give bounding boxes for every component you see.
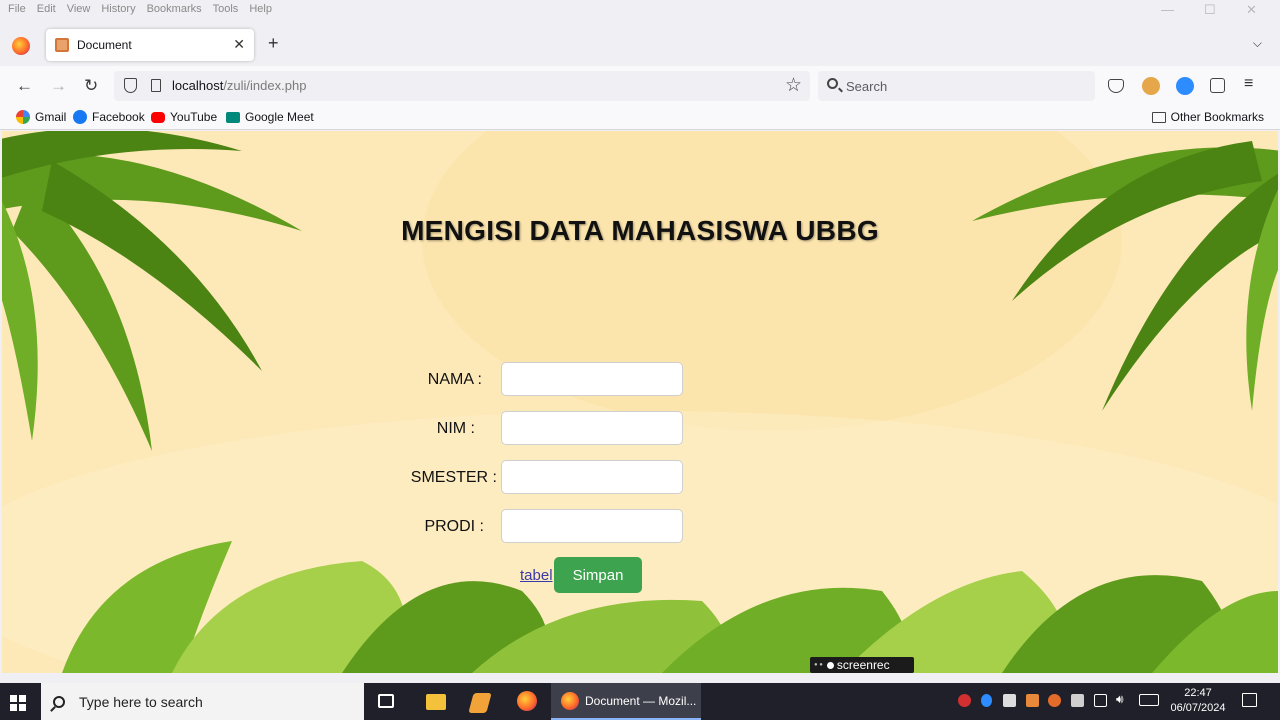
menu-tools[interactable]: Tools — [213, 3, 239, 15]
tab-close-icon[interactable]: ✕ — [233, 36, 245, 53]
close-window-button[interactable]: ✕ — [1246, 2, 1257, 18]
page-info-icon[interactable] — [151, 79, 161, 92]
watermark-text: screenrec — [836, 658, 890, 672]
tray-app-icon[interactable] — [1003, 694, 1016, 707]
extension-cookie-icon[interactable] — [1142, 77, 1160, 95]
firefox-view-icon[interactable] — [12, 37, 30, 55]
forward-button[interactable]: → — [50, 76, 67, 96]
windows-start-icon[interactable] — [10, 695, 26, 711]
bookmark-label: Google Meet — [245, 110, 314, 124]
notification-icon[interactable] — [1242, 693, 1257, 707]
watermark-marker: ● ● — [814, 662, 823, 668]
browser-window: File Edit View History Bookmarks Tools H… — [0, 0, 1280, 683]
palm-leaves-right-decoration — [972, 141, 1278, 411]
url-text[interactable]: localhost/zuli/index.php — [172, 78, 306, 93]
bookmarks-toolbar: Gmail Facebook YouTube Google Meet Other… — [0, 106, 1280, 130]
monstera-leaves-bottom-decoration — [62, 541, 1278, 673]
zoom-extension-icon[interactable] — [1176, 77, 1194, 95]
tabel-link[interactable]: tabel — [520, 567, 553, 584]
search-icon — [53, 695, 65, 708]
bluetooth-icon[interactable] — [981, 694, 992, 707]
menu-bookmarks[interactable]: Bookmarks — [147, 3, 202, 15]
tab-strip: Document ✕ + ⌵ — [0, 18, 1280, 66]
new-tab-button[interactable]: + — [268, 33, 279, 54]
clock-time: 22:47 — [1184, 687, 1212, 699]
sublime-text-icon[interactable] — [468, 693, 492, 713]
nim-label: NIM : — [436, 420, 475, 437]
taskbar-app-firefox[interactable]: Document — Mozil... — [551, 683, 701, 720]
battery-icon[interactable] — [1071, 694, 1084, 707]
prodi-input[interactable] — [501, 509, 683, 543]
bookmark-gmail[interactable]: Gmail — [16, 110, 66, 124]
taskbar-app-title: Document — Mozil... — [585, 693, 697, 708]
firefox-icon — [561, 691, 579, 710]
navigation-bar: ← → ↻ localhost/zuli/index.php ☆ Search … — [0, 66, 1280, 106]
smester-label: SMESTER : — [410, 469, 497, 486]
task-view-icon[interactable] — [378, 694, 394, 708]
tray-app-icon-2[interactable] — [1048, 694, 1061, 707]
record-tray-icon[interactable] — [958, 694, 971, 707]
bookmark-google-meet[interactable]: Google Meet — [226, 110, 314, 124]
menu-history[interactable]: History — [101, 3, 135, 15]
keyboard-icon[interactable] — [1139, 694, 1159, 706]
list-tabs-chevron-icon[interactable]: ⌵ — [1253, 36, 1262, 51]
nama-label: NAMA : — [427, 371, 482, 388]
search-icon — [827, 78, 838, 89]
search-placeholder: Search — [846, 79, 888, 94]
taskbar-search-box[interactable]: Type here to search — [41, 683, 364, 720]
google-meet-icon — [226, 111, 240, 123]
prodi-label: PRODI : — [424, 518, 484, 535]
maximize-button[interactable]: ☐ — [1204, 2, 1216, 18]
tab-favicon-icon — [55, 38, 69, 52]
windows-taskbar: Type here to search Document — Mozil... … — [0, 683, 1280, 720]
url-bar[interactable]: localhost/zuli/index.php ☆ — [114, 71, 810, 101]
file-explorer-icon[interactable] — [426, 694, 446, 710]
menu-file[interactable]: File — [8, 3, 26, 15]
minimize-button[interactable]: — — [1161, 2, 1174, 17]
volume-icon[interactable]: 🔊︎ — [1116, 692, 1129, 706]
simpan-button[interactable]: Simpan — [554, 557, 642, 593]
youtube-icon — [151, 111, 165, 123]
back-button[interactable]: ← — [16, 76, 33, 96]
clock-date: 06/07/2024 — [1170, 702, 1226, 714]
tab-title: Document — [77, 38, 132, 52]
bookmark-label: YouTube — [170, 110, 218, 124]
menu-help[interactable]: Help — [249, 3, 272, 15]
url-host: localhost — [172, 78, 224, 93]
reload-button[interactable]: ↻ — [84, 76, 98, 96]
taskbar-clock[interactable]: 22:47 06/07/2024 — [1166, 686, 1230, 716]
page-content: MENGISI DATA MAHASISWA UBBG NAMA : NIM :… — [2, 131, 1278, 673]
other-bookmarks[interactable]: Other Bookmarks — [1151, 110, 1264, 124]
smester-input[interactable] — [501, 460, 683, 494]
firefox-taskbar-icon[interactable] — [517, 691, 537, 711]
bookmark-facebook[interactable]: Facebook — [73, 110, 145, 124]
url-path: /zuli/index.php — [223, 78, 307, 93]
network-icon[interactable] — [1094, 694, 1107, 707]
folder-icon — [1151, 111, 1166, 123]
page-title: MENGISI DATA MAHASISWA UBBG — [401, 215, 879, 246]
nama-input[interactable] — [501, 362, 683, 396]
facebook-icon — [73, 110, 87, 124]
menu-view[interactable]: View — [67, 3, 91, 15]
bookmark-label: Facebook — [92, 110, 145, 124]
hamburger-menu-icon[interactable]: ≡ — [1244, 75, 1253, 93]
extensions-puzzle-icon[interactable] — [1210, 78, 1225, 93]
menu-edit[interactable]: Edit — [37, 3, 56, 15]
menu-bar: File Edit View History Bookmarks Tools H… — [0, 0, 1280, 18]
tab-document[interactable]: Document ✕ — [46, 29, 254, 61]
bookmark-youtube[interactable]: YouTube — [151, 110, 217, 124]
record-dot-icon — [826, 661, 834, 669]
pocket-icon[interactable] — [1108, 79, 1124, 93]
search-bar[interactable]: Search — [818, 71, 1095, 101]
shield-icon[interactable] — [124, 78, 137, 93]
palm-leaves-left-decoration — [2, 131, 302, 451]
xampp-tray-icon[interactable] — [1026, 694, 1039, 707]
google-icon — [16, 110, 30, 124]
bookmark-star-icon[interactable]: ☆ — [785, 74, 802, 97]
nim-input[interactable] — [501, 411, 683, 445]
screenrec-watermark: ● ● screenrec — [810, 657, 914, 673]
other-bookmarks-label: Other Bookmarks — [1170, 110, 1264, 124]
bookmark-label: Gmail — [35, 110, 67, 124]
taskbar-search-placeholder: Type here to search — [79, 693, 203, 710]
